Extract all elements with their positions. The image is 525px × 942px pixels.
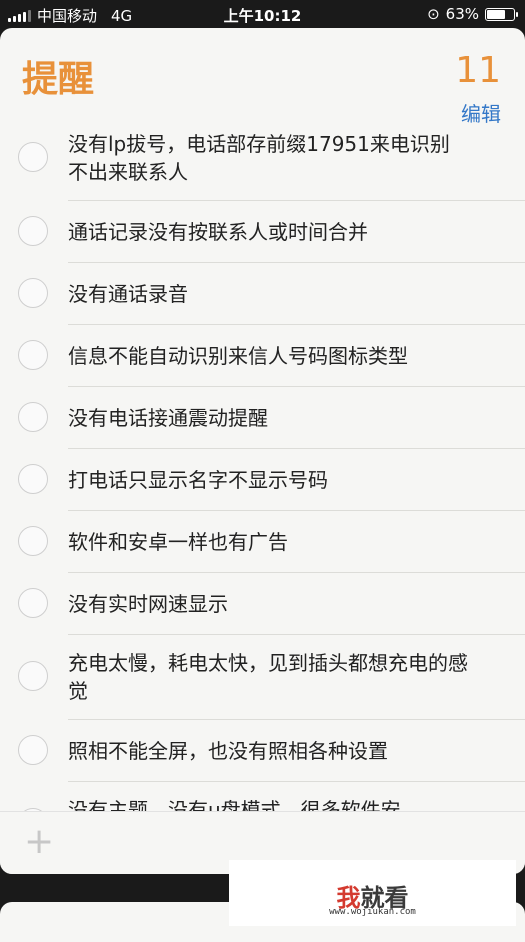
list-item[interactable]: 通话记录没有按联系人或时间合并 — [18, 201, 525, 263]
list-item[interactable]: 没有电话接通震动提醒 — [18, 387, 525, 449]
list-item[interactable]: 没有通话录音 — [18, 263, 525, 325]
edit-button[interactable]: 编辑 — [461, 98, 501, 127]
battery-percent: 63% — [445, 5, 479, 23]
complete-checkbox[interactable] — [18, 401, 48, 432]
complete-checkbox[interactable] — [18, 339, 48, 370]
complete-checkbox[interactable] — [18, 142, 48, 172]
watermark-url: www.wojiukan.com — [329, 907, 416, 917]
complete-checkbox[interactable] — [18, 215, 48, 246]
complete-checkbox[interactable] — [18, 734, 48, 765]
reminder-text[interactable]: 没有lp拔号，电话部存前缀17951来电识别不出来联系人 — [68, 132, 486, 186]
list-header: 提醒 11 编辑 — [0, 28, 525, 132]
list-item[interactable]: 信息不能自动识别来信人号码图标类型 — [18, 325, 525, 387]
add-reminder-button[interactable]: + — [24, 822, 54, 862]
orientation-lock-icon: ⊙ — [427, 5, 440, 23]
reminder-text[interactable]: 没有通话录音 — [68, 280, 206, 308]
reminder-text[interactable]: 没有电话接通震动提醒 — [68, 404, 286, 432]
reminder-count: 11 — [455, 50, 501, 91]
complete-checkbox[interactable] — [18, 277, 48, 308]
status-bar: 中国移动 4G 上午10:12 ⊙ 63% — [0, 0, 525, 30]
reminder-text[interactable]: 通话记录没有按联系人或时间合并 — [68, 218, 386, 246]
list-item[interactable]: 没有实时网速显示 — [18, 573, 525, 635]
reminder-list[interactable]: 没有lp拔号，电话部存前缀17951来电识别不出来联系人 通话记录没有按联系人或… — [0, 132, 525, 814]
complete-checkbox[interactable] — [18, 463, 48, 494]
watermark: 我就看 www.wojiukan.com — [229, 860, 516, 926]
reminder-text[interactable]: 没有实时网速显示 — [68, 590, 246, 618]
battery-icon — [485, 7, 518, 21]
battery-fill — [487, 9, 505, 19]
status-right: ⊙ 63% — [427, 5, 518, 23]
list-item[interactable]: 照相不能全屏，也没有照相各种设置 — [18, 720, 525, 782]
reminder-text[interactable]: 打电话只显示名字不显示号码 — [68, 466, 346, 494]
complete-checkbox[interactable] — [18, 587, 48, 618]
reminder-text[interactable]: 照相不能全屏，也没有照相各种设置 — [68, 737, 406, 765]
list-item[interactable]: 没有lp拔号，电话部存前缀17951来电识别不出来联系人 — [18, 132, 525, 201]
complete-checkbox[interactable] — [18, 661, 48, 691]
reminder-text[interactable]: 信息不能自动识别来信人号码图标类型 — [68, 342, 426, 370]
reminder-text[interactable]: 软件和安卓一样也有广告 — [68, 528, 306, 556]
reminder-text[interactable]: 充电太慢，耗电太快，见到插头都想充电的感觉 — [68, 649, 486, 705]
complete-checkbox[interactable] — [18, 525, 48, 556]
page-title: 提醒 — [22, 59, 95, 100]
list-item[interactable]: 软件和安卓一样也有广告 — [18, 511, 525, 573]
list-item[interactable]: 没有主题，没有u盘模式，很多软件安 — [18, 782, 525, 814]
list-item[interactable]: 充电太慢，耗电太快，见到插头都想充电的感觉 — [18, 635, 525, 720]
reminders-card: 提醒 11 编辑 没有lp拔号，电话部存前缀17951来电识别不出来联系人 通话… — [0, 28, 525, 874]
list-item[interactable]: 打电话只显示名字不显示号码 — [18, 449, 525, 511]
